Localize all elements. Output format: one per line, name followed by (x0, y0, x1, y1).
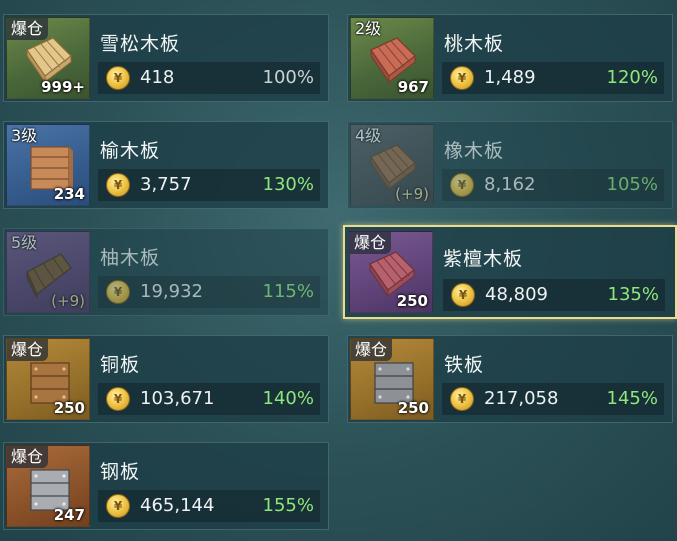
price-percent: 115% (262, 281, 314, 302)
item-name: 柚木板 (100, 247, 161, 269)
item-tag: 2级 (355, 19, 382, 38)
item-thumbnail: 3级 234 (6, 124, 90, 206)
price-bar: ¥ 8,162 105% (442, 169, 664, 201)
item-name: 钢板 (100, 461, 141, 483)
price-bar: ¥ 19,932 115% (98, 276, 320, 308)
item-tag: 5级 (11, 233, 38, 252)
item-name: 雪松木板 (100, 33, 181, 55)
gold-coin-icon: ¥ (106, 494, 130, 518)
item-card-iron-plate[interactable]: 爆仓 250 铁板 ¥ 217,058 145% (347, 335, 673, 423)
gold-coin-icon: ¥ (450, 66, 474, 90)
item-tag: 3级 (11, 126, 38, 145)
item-name: 铜板 (100, 354, 141, 376)
item-count: 247 (53, 506, 85, 524)
price-percent: 130% (262, 174, 314, 195)
item-count: 250 (396, 292, 428, 310)
item-card-copper-plate[interactable]: 爆仓 250 铜板 ¥ 103,671 140% (3, 335, 329, 423)
item-price: 217,058 (484, 388, 559, 409)
item-card-cedar-plank[interactable]: 爆仓 999+ 雪松木板 ¥ 418 100% (3, 14, 329, 102)
gold-coin-icon: ¥ (450, 173, 474, 197)
item-price: 465,144 (140, 495, 215, 516)
item-tag: 爆仓 (351, 339, 393, 361)
item-tag: 爆仓 (7, 18, 49, 40)
item-card-steel-plate[interactable]: 爆仓 247 钢板 ¥ 465,144 155% (3, 442, 329, 530)
item-thumbnail: 2级 967 (350, 17, 434, 99)
item-count: 250 (53, 399, 85, 417)
price-bar: ¥ 3,757 130% (98, 169, 320, 201)
gold-coin-icon: ¥ (106, 173, 130, 197)
gold-coin-icon: ¥ (106, 387, 130, 411)
gold-coin-icon: ¥ (451, 283, 475, 307)
item-thumbnail: 爆仓 999+ (6, 17, 90, 99)
item-card-peach-plank[interactable]: 2级 967 桃木板 ¥ 1,489 120% (347, 14, 673, 102)
item-price: 19,932 (140, 281, 203, 302)
price-percent: 120% (606, 67, 658, 88)
price-bar: ¥ 103,671 140% (98, 383, 320, 415)
item-name: 铁板 (444, 354, 485, 376)
item-count: (+9) (51, 292, 85, 310)
price-percent: 105% (606, 174, 658, 195)
item-name: 榆木板 (100, 140, 161, 162)
gold-coin-icon: ¥ (450, 387, 474, 411)
price-percent: 135% (607, 284, 659, 305)
item-card-oak-plank[interactable]: 4级 (+9) 橡木板 ¥ 8,162 105% (347, 121, 673, 209)
item-thumbnail: 5级 (+9) (6, 231, 90, 313)
item-count: 234 (53, 185, 85, 203)
item-thumbnail: 爆仓 250 (6, 338, 90, 420)
price-percent: 145% (606, 388, 658, 409)
item-count: 999+ (41, 78, 85, 96)
price-bar: ¥ 1,489 120% (442, 62, 664, 94)
item-card-rosewood-plank[interactable]: 爆仓 250 紫檀木板 ¥ 48,809 135% (343, 225, 677, 319)
price-bar: ¥ 418 100% (98, 62, 320, 94)
gold-coin-icon: ¥ (106, 66, 130, 90)
price-percent: 140% (262, 388, 314, 409)
price-percent: 100% (262, 67, 314, 88)
item-tag: 爆仓 (7, 339, 49, 361)
item-tag: 爆仓 (7, 446, 49, 468)
gold-coin-icon: ¥ (106, 280, 130, 304)
price-bar: ¥ 217,058 145% (442, 383, 664, 415)
item-price: 103,671 (140, 388, 215, 409)
price-bar: ¥ 465,144 155% (98, 490, 320, 522)
item-price: 48,809 (485, 284, 548, 305)
item-tag: 4级 (355, 126, 382, 145)
price-percent: 155% (262, 495, 314, 516)
item-price: 1,489 (484, 67, 536, 88)
price-bar: ¥ 48,809 135% (443, 279, 665, 311)
item-thumbnail: 爆仓 250 (350, 338, 434, 420)
item-thumbnail: 爆仓 250 (349, 231, 433, 313)
item-thumbnail: 4级 (+9) (350, 124, 434, 206)
item-price: 3,757 (140, 174, 192, 195)
item-card-elm-plank[interactable]: 3级 234 榆木板 ¥ 3,757 130% (3, 121, 329, 209)
item-count: 967 (397, 78, 429, 96)
item-name: 橡木板 (444, 140, 505, 162)
item-card-teak-plank[interactable]: 5级 (+9) 柚木板 ¥ 19,932 115% (3, 228, 329, 316)
item-count: 250 (397, 399, 429, 417)
item-price: 418 (140, 67, 175, 88)
item-count: (+9) (395, 185, 429, 203)
item-thumbnail: 爆仓 247 (6, 445, 90, 527)
item-name: 桃木板 (444, 33, 505, 55)
item-tag: 爆仓 (350, 232, 392, 254)
item-price: 8,162 (484, 174, 536, 195)
item-name: 紫檀木板 (443, 248, 524, 270)
